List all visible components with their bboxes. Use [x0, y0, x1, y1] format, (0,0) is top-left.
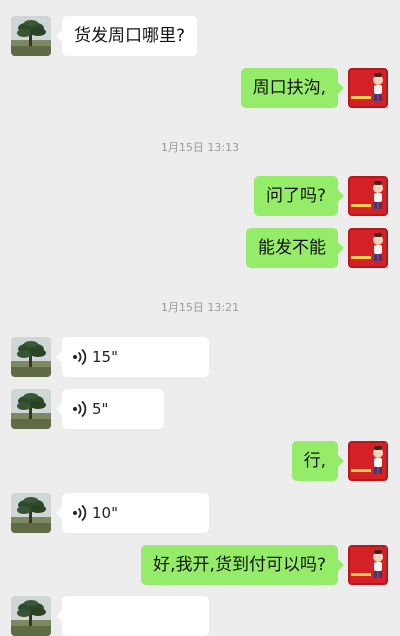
contact-avatar[interactable] — [11, 596, 51, 636]
self-avatar[interactable] — [348, 441, 388, 481]
timestamp: 1月15日 13:13 — [160, 141, 240, 154]
contact-avatar[interactable] — [11, 16, 51, 56]
contact-avatar[interactable] — [11, 493, 51, 533]
voice-duration: 15" — [92, 348, 118, 366]
message-text: 行, — [303, 451, 326, 471]
outgoing-text-bubble[interactable]: 周口扶沟, — [240, 68, 345, 108]
self-avatar[interactable] — [348, 228, 388, 268]
voice-wave-icon — [72, 348, 87, 366]
message-text: 周口扶沟, — [252, 78, 326, 98]
voice-message-bubble[interactable]: 5" — [56, 389, 164, 429]
message-text: 好,我开,货到付可以吗? — [153, 555, 326, 575]
outgoing-text-bubble[interactable]: 能发不能 — [246, 228, 344, 268]
voice-duration: 5" — [92, 400, 109, 418]
voice-wave-icon — [72, 400, 87, 418]
message-text: 问了吗? — [265, 186, 326, 206]
self-avatar[interactable] — [348, 545, 388, 585]
voice-message-bubble[interactable]: 15" — [56, 337, 209, 377]
outgoing-text-bubble[interactable]: 行, — [291, 441, 345, 481]
message-text: 能发不能 — [258, 238, 326, 258]
chat-thread[interactable]: 货发周口哪里? 周口扶沟, 1月15日 13:13 问了吗? 能发不能 1月15… — [0, 0, 400, 636]
self-avatar[interactable] — [348, 68, 388, 108]
contact-avatar[interactable] — [11, 337, 51, 377]
contact-avatar[interactable] — [11, 389, 51, 429]
timestamp: 1月15日 13:21 — [160, 301, 240, 314]
incoming-bubble-partial[interactable] — [56, 596, 209, 636]
self-avatar[interactable] — [348, 176, 388, 216]
voice-message-bubble[interactable]: 10" — [56, 493, 209, 533]
incoming-text-bubble[interactable]: 货发周口哪里? — [55, 16, 198, 56]
outgoing-text-bubble[interactable]: 好,我开,货到付可以吗? — [141, 545, 344, 585]
voice-duration: 10" — [92, 504, 118, 522]
message-text: 货发周口哪里? — [74, 26, 186, 46]
voice-wave-icon — [72, 504, 87, 522]
outgoing-text-bubble[interactable]: 问了吗? — [253, 176, 345, 216]
